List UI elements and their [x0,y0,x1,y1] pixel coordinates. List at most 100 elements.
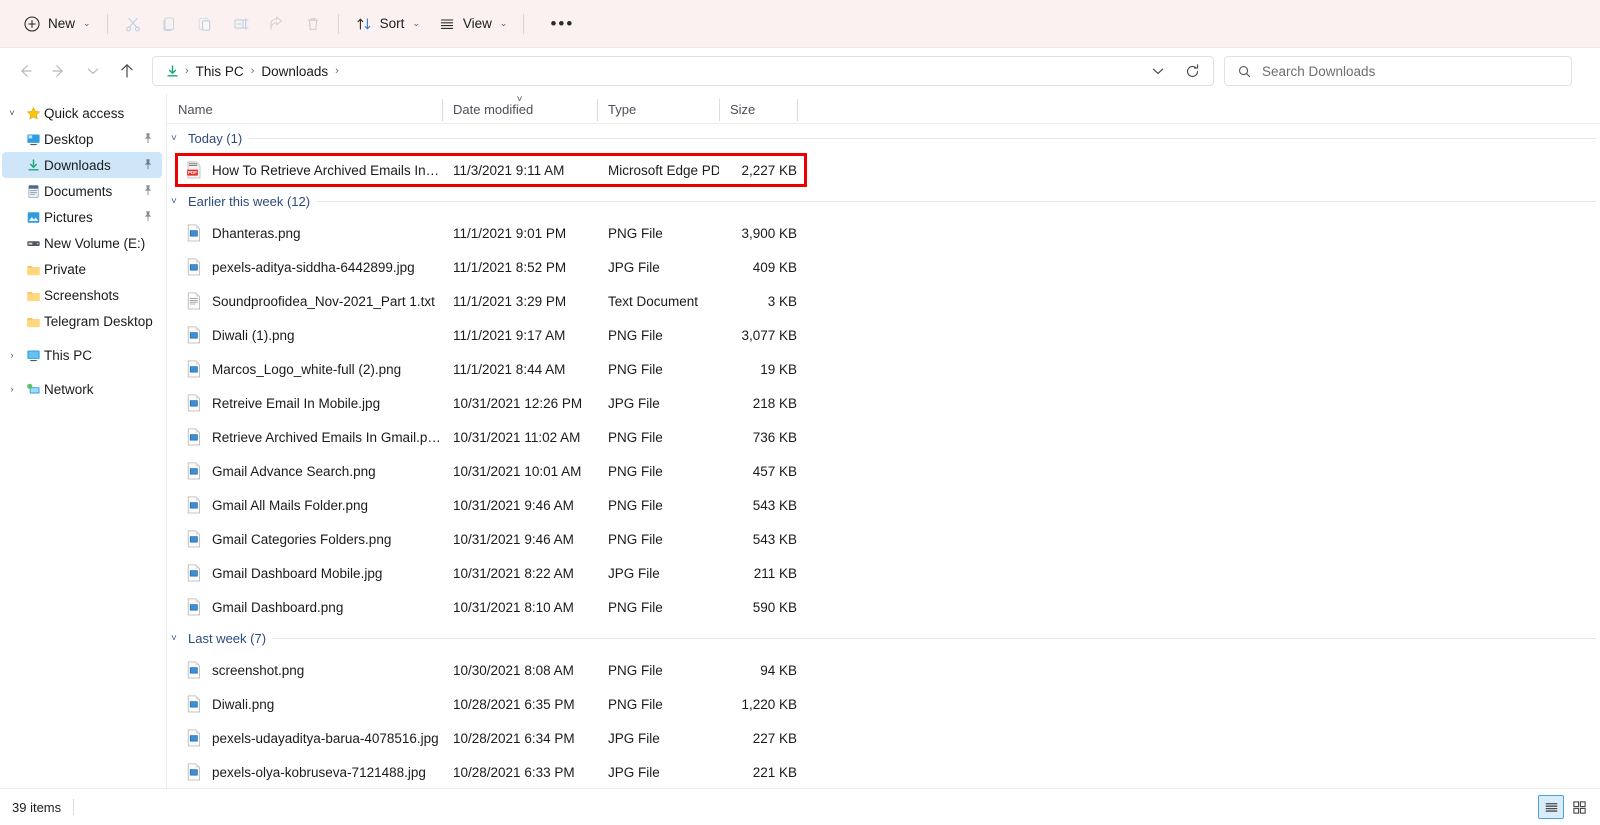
file-name-cell[interactable]: screenshot.png [167,661,442,679]
group-header[interactable]: ˅ Today (1) [167,124,1600,153]
group-header[interactable]: ˅ Earlier this week (12) [167,187,1600,216]
column-header-overflow[interactable] [797,97,825,123]
table-row[interactable]: Diwali (1).png 11/1/2021 9:17 AM PNG File 3… [167,318,1600,352]
table-row[interactable]: Soundproofidea_Nov-2021_Part 1.txt 11/1/2… [167,284,1600,318]
sidebar-item-this-pc[interactable]: › This PC [2,342,162,368]
chevron-down-icon[interactable]: ˅ [171,633,181,644]
file-name-cell[interactable]: Marcos_Logo_white-full (2).png [167,360,442,378]
column-header-type[interactable]: Type [597,97,719,123]
chevron-right-icon[interactable]: › [2,350,22,360]
address-dropdown-button[interactable] [1141,55,1175,87]
chevron-right-icon[interactable]: › [2,384,22,394]
column-header-name[interactable]: Name [167,97,442,123]
more-options-button[interactable]: ••• [531,8,593,40]
recent-locations-button[interactable] [76,55,110,87]
group-header[interactable]: ˅ Last week (7) [167,624,1600,653]
breadcrumb-downloads[interactable]: Downloads [256,64,333,79]
large-icons-view-button[interactable] [1566,795,1592,819]
file-name-cell[interactable]: Diwali (1).png [167,326,442,344]
sidebar-item-quick-access[interactable]: ˅ Quick access [2,100,162,126]
chevron-down-icon[interactable]: ˅ [2,108,22,118]
address-bar[interactable]: › This PC › Downloads › [152,56,1214,86]
paste-button[interactable] [187,8,223,40]
file-date-cell: 11/1/2021 8:52 PM [453,259,567,275]
file-name-cell[interactable]: Gmail Dashboard.png [167,598,442,616]
file-name-cell[interactable]: Soundproofidea_Nov-2021_Part 1.txt [167,292,442,310]
sort-button[interactable]: Sort ⌄ [346,8,429,40]
table-row[interactable]: Retrieve Archived Emails In Gmail.png 10/… [167,420,1600,454]
pin-icon[interactable] [142,158,154,173]
file-name-cell[interactable]: pexels-aditya-siddha-6442899.jpg [167,258,442,276]
rename-button[interactable] [223,8,259,40]
table-row[interactable]: Gmail Dashboard Mobile.jpg 10/31/2021 8:2… [167,556,1600,590]
details-view-button[interactable] [1538,795,1564,819]
refresh-button[interactable] [1175,55,1209,87]
table-row[interactable]: Gmail All Mails Folder.png 10/31/2021 9:4… [167,488,1600,522]
refresh-icon [1186,63,1198,77]
sidebar-item-downloads[interactable]: Downloads [2,152,162,178]
sidebar-item-private[interactable]: Private [2,256,162,282]
table-row[interactable]: Diwali.png 10/28/2021 6:35 PM PNG File 1,22… [167,687,1600,721]
sidebar-item-documents[interactable]: Documents [2,178,162,204]
table-row[interactable]: screenshot.png 10/30/2021 8:08 AM PNG File… [167,653,1600,687]
new-button-label: New [48,16,76,31]
table-row[interactable]: Dhanteras.png 11/1/2021 9:01 PM PNG File 3,… [167,216,1600,250]
table-row[interactable]: Gmail Categories Folders.png 10/31/2021 9… [167,522,1600,556]
chevron-down-icon[interactable]: ˅ [171,196,181,207]
table-row[interactable]: pexels-olya-kobruseva-7121488.jpg 10/28/2… [167,755,1600,788]
file-name-cell[interactable]: Gmail All Mails Folder.png [167,496,442,514]
share-button[interactable] [259,8,295,40]
trash-icon [304,15,322,33]
sidebar-item-pictures[interactable]: Pictures [2,204,162,230]
table-row[interactable]: Retreive Email In Mobile.jpg 10/31/2021 1… [167,386,1600,420]
navigation-pane: ˅ Quick access Desktop Downloads Documen… [0,94,167,788]
table-row[interactable]: pexels-udayaditya-barua-4078516.jpg 10/28… [167,721,1600,755]
file-date-cell: 10/31/2021 9:46 AM [453,497,574,513]
pin-icon[interactable] [142,184,154,199]
image-file-icon [186,428,202,446]
table-row[interactable]: Marcos_Logo_white-full (2).png 11/1/2021 … [167,352,1600,386]
sidebar-item-desktop[interactable]: Desktop [2,126,162,152]
file-name-label: Diwali.png [212,696,275,712]
pin-icon[interactable] [142,210,154,225]
file-name-cell[interactable]: Gmail Advance Search.png [167,462,442,480]
file-name-cell[interactable]: Dhanteras.png [167,224,442,242]
copy-button[interactable] [151,8,187,40]
up-button[interactable] [110,55,144,87]
sidebar-item-new-volume[interactable]: New Volume (E:) [2,230,162,256]
sidebar-item-network[interactable]: › Network [2,376,162,402]
back-button[interactable] [8,55,42,87]
sidebar-item-telegram-desktop[interactable]: Telegram Desktop [2,308,162,334]
search-box[interactable]: Search Downloads [1224,56,1572,86]
breadcrumb-this-pc[interactable]: This PC [191,64,249,79]
delete-button[interactable] [295,8,331,40]
column-header-date-modified[interactable]: ˅ Date modified [442,94,597,123]
sidebar-item-screenshots[interactable]: Screenshots [2,282,162,308]
cut-button[interactable] [115,8,151,40]
image-file-icon [186,258,202,276]
column-header-size[interactable]: Size [719,97,797,123]
file-name-cell[interactable]: Retreive Email In Mobile.jpg [167,394,442,412]
search-input[interactable]: Search Downloads [1262,64,1375,79]
table-row[interactable]: pexels-aditya-siddha-6442899.jpg 11/1/202… [167,250,1600,284]
file-name-cell[interactable]: PDF How To Retrieve Archived Emails In Gm… [167,161,442,179]
image-file-icon [186,598,202,616]
pin-icon[interactable] [142,132,154,147]
file-name-cell[interactable]: Retrieve Archived Emails In Gmail.png [167,428,442,446]
file-name-cell[interactable]: Diwali.png [167,695,442,713]
file-name-cell[interactable]: Gmail Categories Folders.png [167,530,442,548]
table-row[interactable]: PDF How To Retrieve Archived Emails In Gm… [167,153,1600,187]
file-name-cell[interactable]: pexels-udayaditya-barua-4078516.jpg [167,729,442,747]
breadcrumb-separator[interactable]: › [333,65,341,77]
column-header-name-label: Name [178,102,213,117]
table-row[interactable]: Gmail Advance Search.png 10/31/2021 10:01… [167,454,1600,488]
view-button[interactable]: View ⌄ [429,8,517,40]
forward-button[interactable] [42,55,76,87]
chevron-down-icon[interactable]: ˅ [171,133,181,144]
file-name-cell[interactable]: Gmail Dashboard Mobile.jpg [167,564,442,582]
table-row[interactable]: Gmail Dashboard.png 10/31/2021 8:10 AM PNG… [167,590,1600,624]
new-button[interactable]: New ⌄ [14,8,100,40]
file-name-cell[interactable]: pexels-olya-kobruseva-7121488.jpg [167,763,442,781]
scissors-icon [124,15,142,33]
documents-icon [22,184,44,199]
